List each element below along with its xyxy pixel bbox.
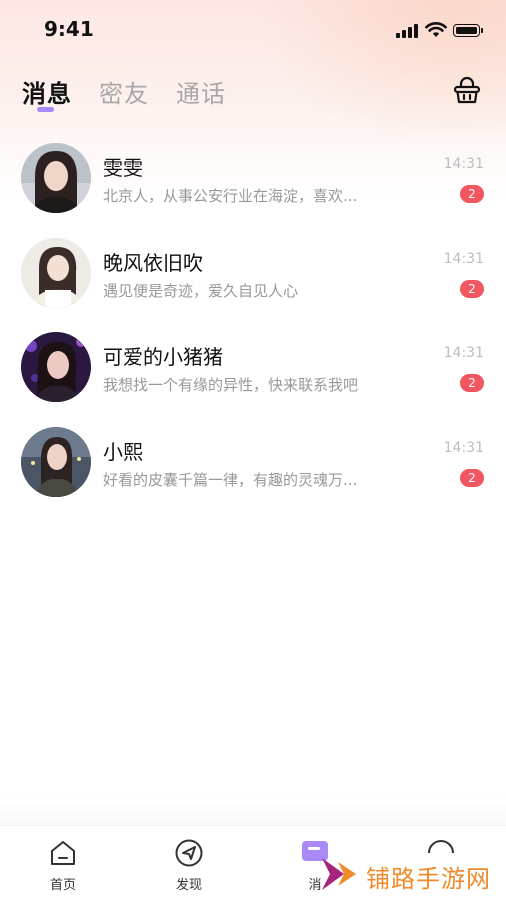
unread-badge: 2 [460,279,484,298]
tabbar-shadow [0,795,506,825]
message-preview: 北京人，从事公安行业在海淀，喜欢... [103,187,358,205]
unread-badge: 2 [460,185,484,203]
conversation-item[interactable]: 小熙 好看的皮囊千篇一律，有趣的灵魂万... 14:31 2 [0,424,506,519]
contact-name: 小熙 [103,439,143,464]
conversation-item[interactable]: 晚风依旧吹 遇见便是奇迹，爱久自见人心 14:31 2 [0,235,506,330]
compass-icon [175,839,203,867]
unread-badge: 2 [460,374,484,392]
status-time: 9:41 [44,17,94,41]
message-preview: 好看的皮囊千篇一律，有趣的灵魂万... [103,470,358,489]
message-time: 14:31 [443,156,484,172]
message-time: 14:31 [443,250,484,267]
tab-home-label: 首页 [49,878,76,893]
conversation-item[interactable]: 可爱的小猪猪 我想找一个有缘的异性，快来联系我吧 14:31 2 [0,329,506,424]
contact-name: 雯雯 [103,156,143,180]
cellular-signal-icon [396,24,418,38]
avatar[interactable] [21,426,91,497]
top-tabs: 消息 密友 通话 [22,74,253,112]
status-bar: 9:41 [0,0,506,60]
wifi-icon [425,22,447,37]
tab-discover-label: 发现 [175,878,202,893]
avatar[interactable] [21,143,91,213]
basket-icon[interactable] [452,75,482,105]
watermark-text: 铺路手游网 [366,865,491,893]
tab-home[interactable]: 首页 [33,838,93,893]
conversation-list: 雯雯 北京人，从事公安行业在海淀，喜欢... 14:31 2 晚风依旧吹 遇见便… [0,140,506,518]
message-time: 14:31 [443,439,484,456]
tab-calls[interactable]: 通话 [176,74,226,109]
tab-discover[interactable]: 发现 [159,838,219,893]
contact-name: 晚风依旧吹 [103,250,203,275]
battery-icon [453,24,483,37]
message-time: 14:31 [443,345,484,361]
tab-close-friends[interactable]: 密友 [99,74,149,109]
unread-badge: 2 [460,468,484,487]
message-preview: 我想找一个有缘的异性，快来联系我吧 [103,376,359,394]
avatar[interactable] [21,237,91,308]
avatar[interactable] [21,332,91,402]
conversation-item[interactable]: 雯雯 北京人，从事公安行业在海淀，喜欢... 14:31 2 [0,140,506,235]
message-preview: 遇见便是奇迹，爱久自见人心 [103,281,299,300]
contact-name: 可爱的小猪猪 [103,345,223,369]
home-icon [51,841,75,865]
tab-messages[interactable]: 消息 [22,74,72,112]
